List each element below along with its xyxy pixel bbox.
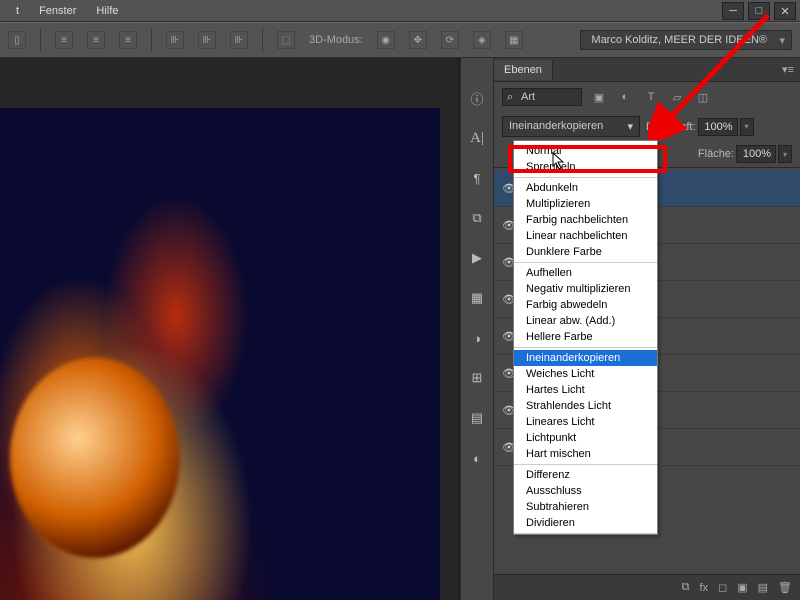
3d-tool-4[interactable]: ◈	[473, 31, 491, 49]
blend-mode-option[interactable]: Ausschluss	[514, 483, 657, 499]
blend-mode-option[interactable]: Dividieren	[514, 515, 657, 531]
3d-tool-5[interactable]: ▦	[505, 31, 523, 49]
document-selector[interactable]: Marco Kolditz, MEER DER IDEEN®	[580, 30, 792, 50]
blend-mode-select[interactable]: Ineinanderkopieren▾	[502, 116, 640, 137]
align-icon-3[interactable]: ≡	[119, 31, 137, 49]
paragraph-icon[interactable]: ¶	[466, 168, 488, 188]
blend-mode-option[interactable]: Subtrahieren	[514, 499, 657, 515]
blend-mode-option[interactable]: Linear abw. (Add.)	[514, 313, 657, 329]
blend-mode-option[interactable]: Abdunkeln	[514, 180, 657, 196]
new-group-icon[interactable]: ▣	[737, 581, 747, 594]
options-bar: ▯ ≡ ≡ ≡ ⊪ ⊪ ⊪ ⬚ 3D-Modus: ◉ ✥ ⟳ ◈ ▦ Marc…	[0, 22, 800, 58]
filter-smart-icon[interactable]: ◫	[694, 89, 712, 105]
mask-icon[interactable]: ◻	[718, 581, 727, 594]
blend-mode-option[interactable]: Normal	[514, 143, 657, 159]
filter-pixel-icon[interactable]: ▣	[590, 89, 608, 105]
blend-mode-option[interactable]: Hellere Farbe	[514, 329, 657, 345]
blend-mode-option[interactable]: Differenz	[514, 467, 657, 483]
blend-mode-option[interactable]: Linear nachbelichten	[514, 228, 657, 244]
menubar: t Fenster Hilfe	[0, 0, 800, 22]
fill-field[interactable]: 100%	[736, 145, 776, 163]
align-icon-2[interactable]: ≡	[87, 31, 105, 49]
link-layers-icon[interactable]: ⧉	[682, 581, 690, 594]
canvas-area[interactable]	[0, 58, 460, 600]
styles-icon[interactable]: ▤	[466, 408, 488, 428]
blend-mode-dropdown[interactable]: NormalSprenkelnAbdunkelnMultiplizierenFa…	[513, 140, 658, 535]
3d-tool-2[interactable]: ✥	[409, 31, 427, 49]
layers-tab[interactable]: Ebenen	[494, 60, 553, 80]
blend-mode-option[interactable]: Negativ multiplizieren	[514, 281, 657, 297]
opacity-field[interactable]: 100%	[698, 118, 738, 136]
blend-mode-option[interactable]: Strahlendes Licht	[514, 398, 657, 414]
menu-item-hilfe[interactable]: Hilfe	[86, 2, 128, 20]
collapsed-panel-strip: ⓘ A| ¶ ⧉ ▶ ▦ ◑ ⊞ ▤ ◐	[460, 58, 494, 600]
layer-search[interactable]: Art	[502, 88, 582, 106]
menu-item-fenster[interactable]: Fenster	[29, 2, 86, 20]
blend-mode-option[interactable]: Hartes Licht	[514, 382, 657, 398]
3d-tool-1[interactable]: ◉	[377, 31, 395, 49]
mode-label: 3D-Modus:	[309, 34, 363, 46]
panel-menu-icon[interactable]: ▾≡	[776, 63, 800, 76]
info-icon[interactable]: ⓘ	[466, 88, 488, 108]
blend-mode-option[interactable]: Weiches Licht	[514, 366, 657, 382]
clone-icon[interactable]: ⧉	[466, 208, 488, 228]
minimize-button[interactable]: ─	[722, 2, 744, 20]
blend-mode-option[interactable]: Ineinanderkopieren	[514, 350, 657, 366]
filter-type-icon[interactable]: T	[642, 89, 660, 105]
distribute-icon-3[interactable]: ⊪	[230, 31, 248, 49]
3d-tool-3[interactable]: ⟳	[441, 31, 459, 49]
filter-shape-icon[interactable]: ▱	[668, 89, 686, 105]
blend-mode-option[interactable]: Sprenkeln	[514, 159, 657, 175]
fill-stepper[interactable]: ▾	[778, 145, 792, 163]
blend-mode-option[interactable]: Dunklere Farbe	[514, 244, 657, 260]
align-icon-1[interactable]: ≡	[55, 31, 73, 49]
close-button[interactable]: ✕	[774, 2, 796, 20]
menu-item-cut[interactable]: t	[6, 2, 29, 20]
distribute-icon-1[interactable]: ⊪	[166, 31, 184, 49]
blend-mode-option[interactable]: Farbig abwedeln	[514, 297, 657, 313]
blend-mode-option[interactable]: Multiplizieren	[514, 196, 657, 212]
color-icon[interactable]: ◑	[466, 328, 488, 348]
trash-icon[interactable]: 🗑	[778, 581, 792, 594]
swatches-icon[interactable]: ▦	[466, 288, 488, 308]
3d-icon[interactable]: ⬚	[277, 31, 295, 49]
blend-mode-option[interactable]: Hart mischen	[514, 446, 657, 462]
layers-footer: ⧉ fx ◻ ▣ ▤ 🗑	[494, 574, 800, 600]
opacity-label: Deckkraft:	[646, 121, 696, 133]
document-canvas[interactable]	[0, 108, 440, 600]
hue-icon[interactable]: ◐	[466, 448, 488, 468]
adjustments-icon[interactable]: ⊞	[466, 368, 488, 388]
blend-mode-option[interactable]: Lineares Licht	[514, 414, 657, 430]
fx-icon[interactable]: fx	[700, 582, 709, 594]
new-layer-icon[interactable]: ▤	[758, 581, 768, 594]
blend-mode-option[interactable]: Lichtpunkt	[514, 430, 657, 446]
character-icon[interactable]: A|	[466, 128, 488, 148]
distribute-icon-2[interactable]: ⊪	[198, 31, 216, 49]
window-controls: ─ □ ✕	[722, 2, 796, 20]
tool-preset-icon[interactable]: ▯	[8, 31, 26, 49]
maximize-button[interactable]: □	[748, 2, 770, 20]
blend-mode-option[interactable]: Aufhellen	[514, 265, 657, 281]
play-icon[interactable]: ▶	[466, 248, 488, 268]
fill-label: Fläche:	[698, 148, 734, 160]
filter-adjust-icon[interactable]: ◐	[616, 89, 634, 105]
blend-mode-option[interactable]: Farbig nachbelichten	[514, 212, 657, 228]
opacity-stepper[interactable]: ▾	[740, 118, 754, 136]
